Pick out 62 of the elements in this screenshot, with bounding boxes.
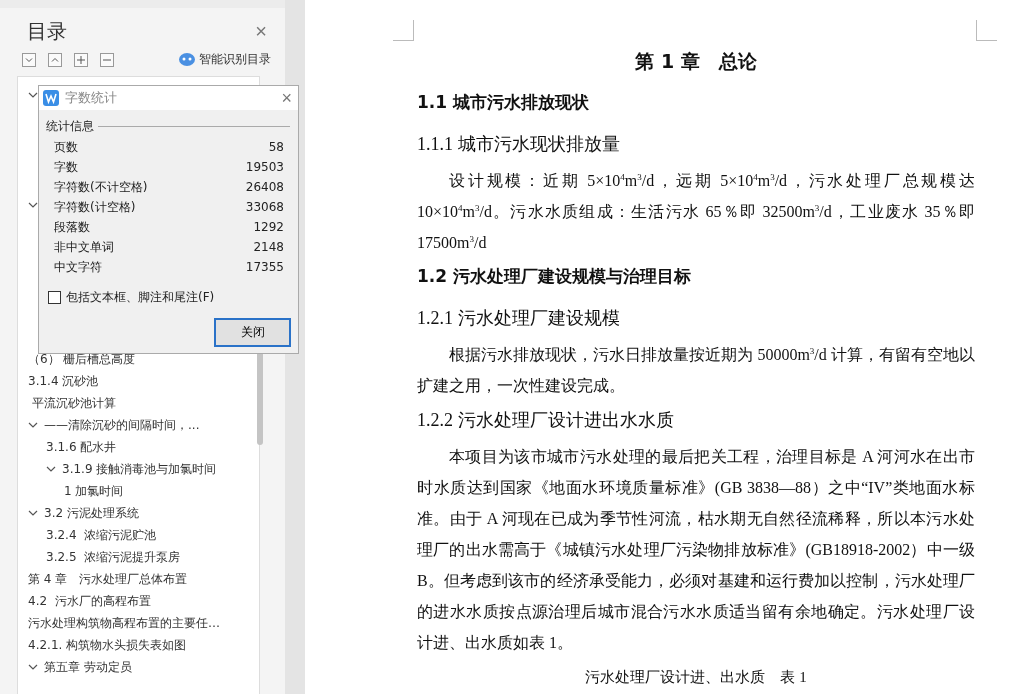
stat-value: 33068 <box>245 200 284 214</box>
paragraph: 设计规模：近期 5×10$^{4}$m$^{3}$/d，远期 5×10$^{4}$m$^{3}$/d，污水处理厂总规模达 10×10$^{4}$m$^{3}$/d。污水水质组成：生活污水 65％即 32500m$^{3}$/d，工业废水 35％即 17500m$^{3}$/d <box>417 170 975 253</box>
collapse-icon[interactable] <box>48 52 62 67</box>
stat-value: 1292 <box>253 220 284 234</box>
chevron-icon[interactable] <box>28 420 38 430</box>
toc-item[interactable]: （6） 栅后槽总高度 <box>28 350 136 368</box>
stat-label: 字数 <box>54 158 78 176</box>
chevron-icon[interactable] <box>46 464 56 474</box>
toc-item[interactable]: 第五章 劳动定员 <box>44 658 132 676</box>
chevron-icon[interactable] <box>28 200 38 210</box>
subsection-heading: 1.2.1 污水处理厂建设规模 <box>417 307 621 330</box>
close-dialog-button[interactable]: 关闭 <box>214 318 291 347</box>
section-heading: 1.1 城市污水排放现状 <box>417 91 591 114</box>
app-icon <box>43 90 59 106</box>
toc-item[interactable]: 1 加氯时间 <box>64 482 124 500</box>
chevron-icon[interactable] <box>28 90 38 100</box>
stat-label: 段落数 <box>54 218 90 236</box>
stat-value: 58 <box>268 140 284 154</box>
toc-item[interactable]: 3.1.6 配水井 <box>46 438 117 456</box>
margin-mark <box>393 20 414 41</box>
robot-face-icon <box>179 53 195 66</box>
stat-value: 2148 <box>253 240 284 254</box>
subsection-heading: 1.2.2 污水处理厂设计进出水水质 <box>417 409 675 432</box>
stat-label: 字符数(不计空格) <box>54 178 148 196</box>
close-button[interactable]: × <box>281 87 292 109</box>
plus-icon[interactable] <box>74 52 88 67</box>
minus-icon[interactable] <box>100 52 114 67</box>
toc-item[interactable]: 4.2.1. 构筑物水头损失表如图 <box>28 636 187 654</box>
section-heading: 1.2 污水处理厂建设规模与治理目标 <box>417 265 693 288</box>
toc-item[interactable]: 3.2.4 浓缩污泥贮池 <box>46 526 157 544</box>
toc-item[interactable]: 3.2 污泥处理系统 <box>44 504 139 522</box>
stat-label: 字符数(计空格) <box>54 198 136 216</box>
toc-item[interactable]: 3.1.9 接触消毒池与加氯时间 <box>62 460 217 478</box>
panel-title: 目录 <box>27 18 67 45</box>
stat-value: 17355 <box>245 260 284 274</box>
toc-item[interactable]: 污水处理构筑物高程布置的主要任… <box>28 614 220 632</box>
stat-label: 页数 <box>54 138 78 156</box>
toc-item[interactable]: 3.2.5 浓缩污泥提升泵房 <box>46 548 181 566</box>
subsection-heading: 1.1.1 城市污水现状排放量 <box>417 133 621 156</box>
table-caption: 污水处理厂设计进、出水质 表 1 <box>584 668 808 687</box>
paragraph: 本项目为该市城市污水处理的最后把关工程，治理目标是 A 河河水在出市时水质达到国家《地面水环境质量标准》(GB 3838—88）之中“IV”类地面水标准。由于 A 河现在已成为季节性河流，枯水期无自然径流稀释，所以本污水处理厂的出水需高于《城镇污水处理厂污染物排放标准》(GB18918-2002）中一级 B。但考虑到该市的经济承受能力，必须对基建和运行费加以控制，污水处理厂的进水水质按点源治理后城市混合污水水质适当留有余地确定。污水处理厂设计进、出水质如表 1。 <box>417 447 975 653</box>
close-button[interactable]: × <box>255 20 267 43</box>
group-label: 统计信息 <box>46 118 94 135</box>
stat-value: 19503 <box>245 160 284 174</box>
paragraph: 根据污水排放现状，污水日排放量按近期为 50000m$^{3}$/d 计算，有留有空地以扩建之用，一次性建设完成。 <box>417 344 975 396</box>
toc-item[interactable]: ——清除沉砂的间隔时间，... <box>44 416 200 434</box>
toc-item[interactable]: 3.1.4 沉砂池 <box>28 372 99 390</box>
stat-label: 非中文单词 <box>54 238 114 256</box>
stat-value: 26408 <box>245 180 284 194</box>
checkbox-label[interactable]: 包括文本框、脚注和尾注(F) <box>66 289 215 306</box>
expand-icon[interactable] <box>22 52 36 67</box>
toc-item[interactable]: 第 4 章 污水处理厂总体布置 <box>28 570 188 588</box>
smart-toc-button[interactable]: 智能识别目录 <box>179 51 271 68</box>
chevron-icon[interactable] <box>28 662 38 672</box>
chevron-icon[interactable] <box>28 508 38 518</box>
dialog-title: 字数统计 <box>65 89 118 107</box>
checkbox[interactable] <box>48 291 61 304</box>
chapter-heading: 第 1 章 总论 <box>634 49 758 74</box>
toc-item[interactable]: 平流沉砂池计算 <box>28 394 116 412</box>
margin-mark <box>976 20 997 41</box>
toc-item[interactable]: 4.2 污水厂的高程布置 <box>28 592 151 610</box>
stat-label: 中文字符 <box>54 258 102 276</box>
